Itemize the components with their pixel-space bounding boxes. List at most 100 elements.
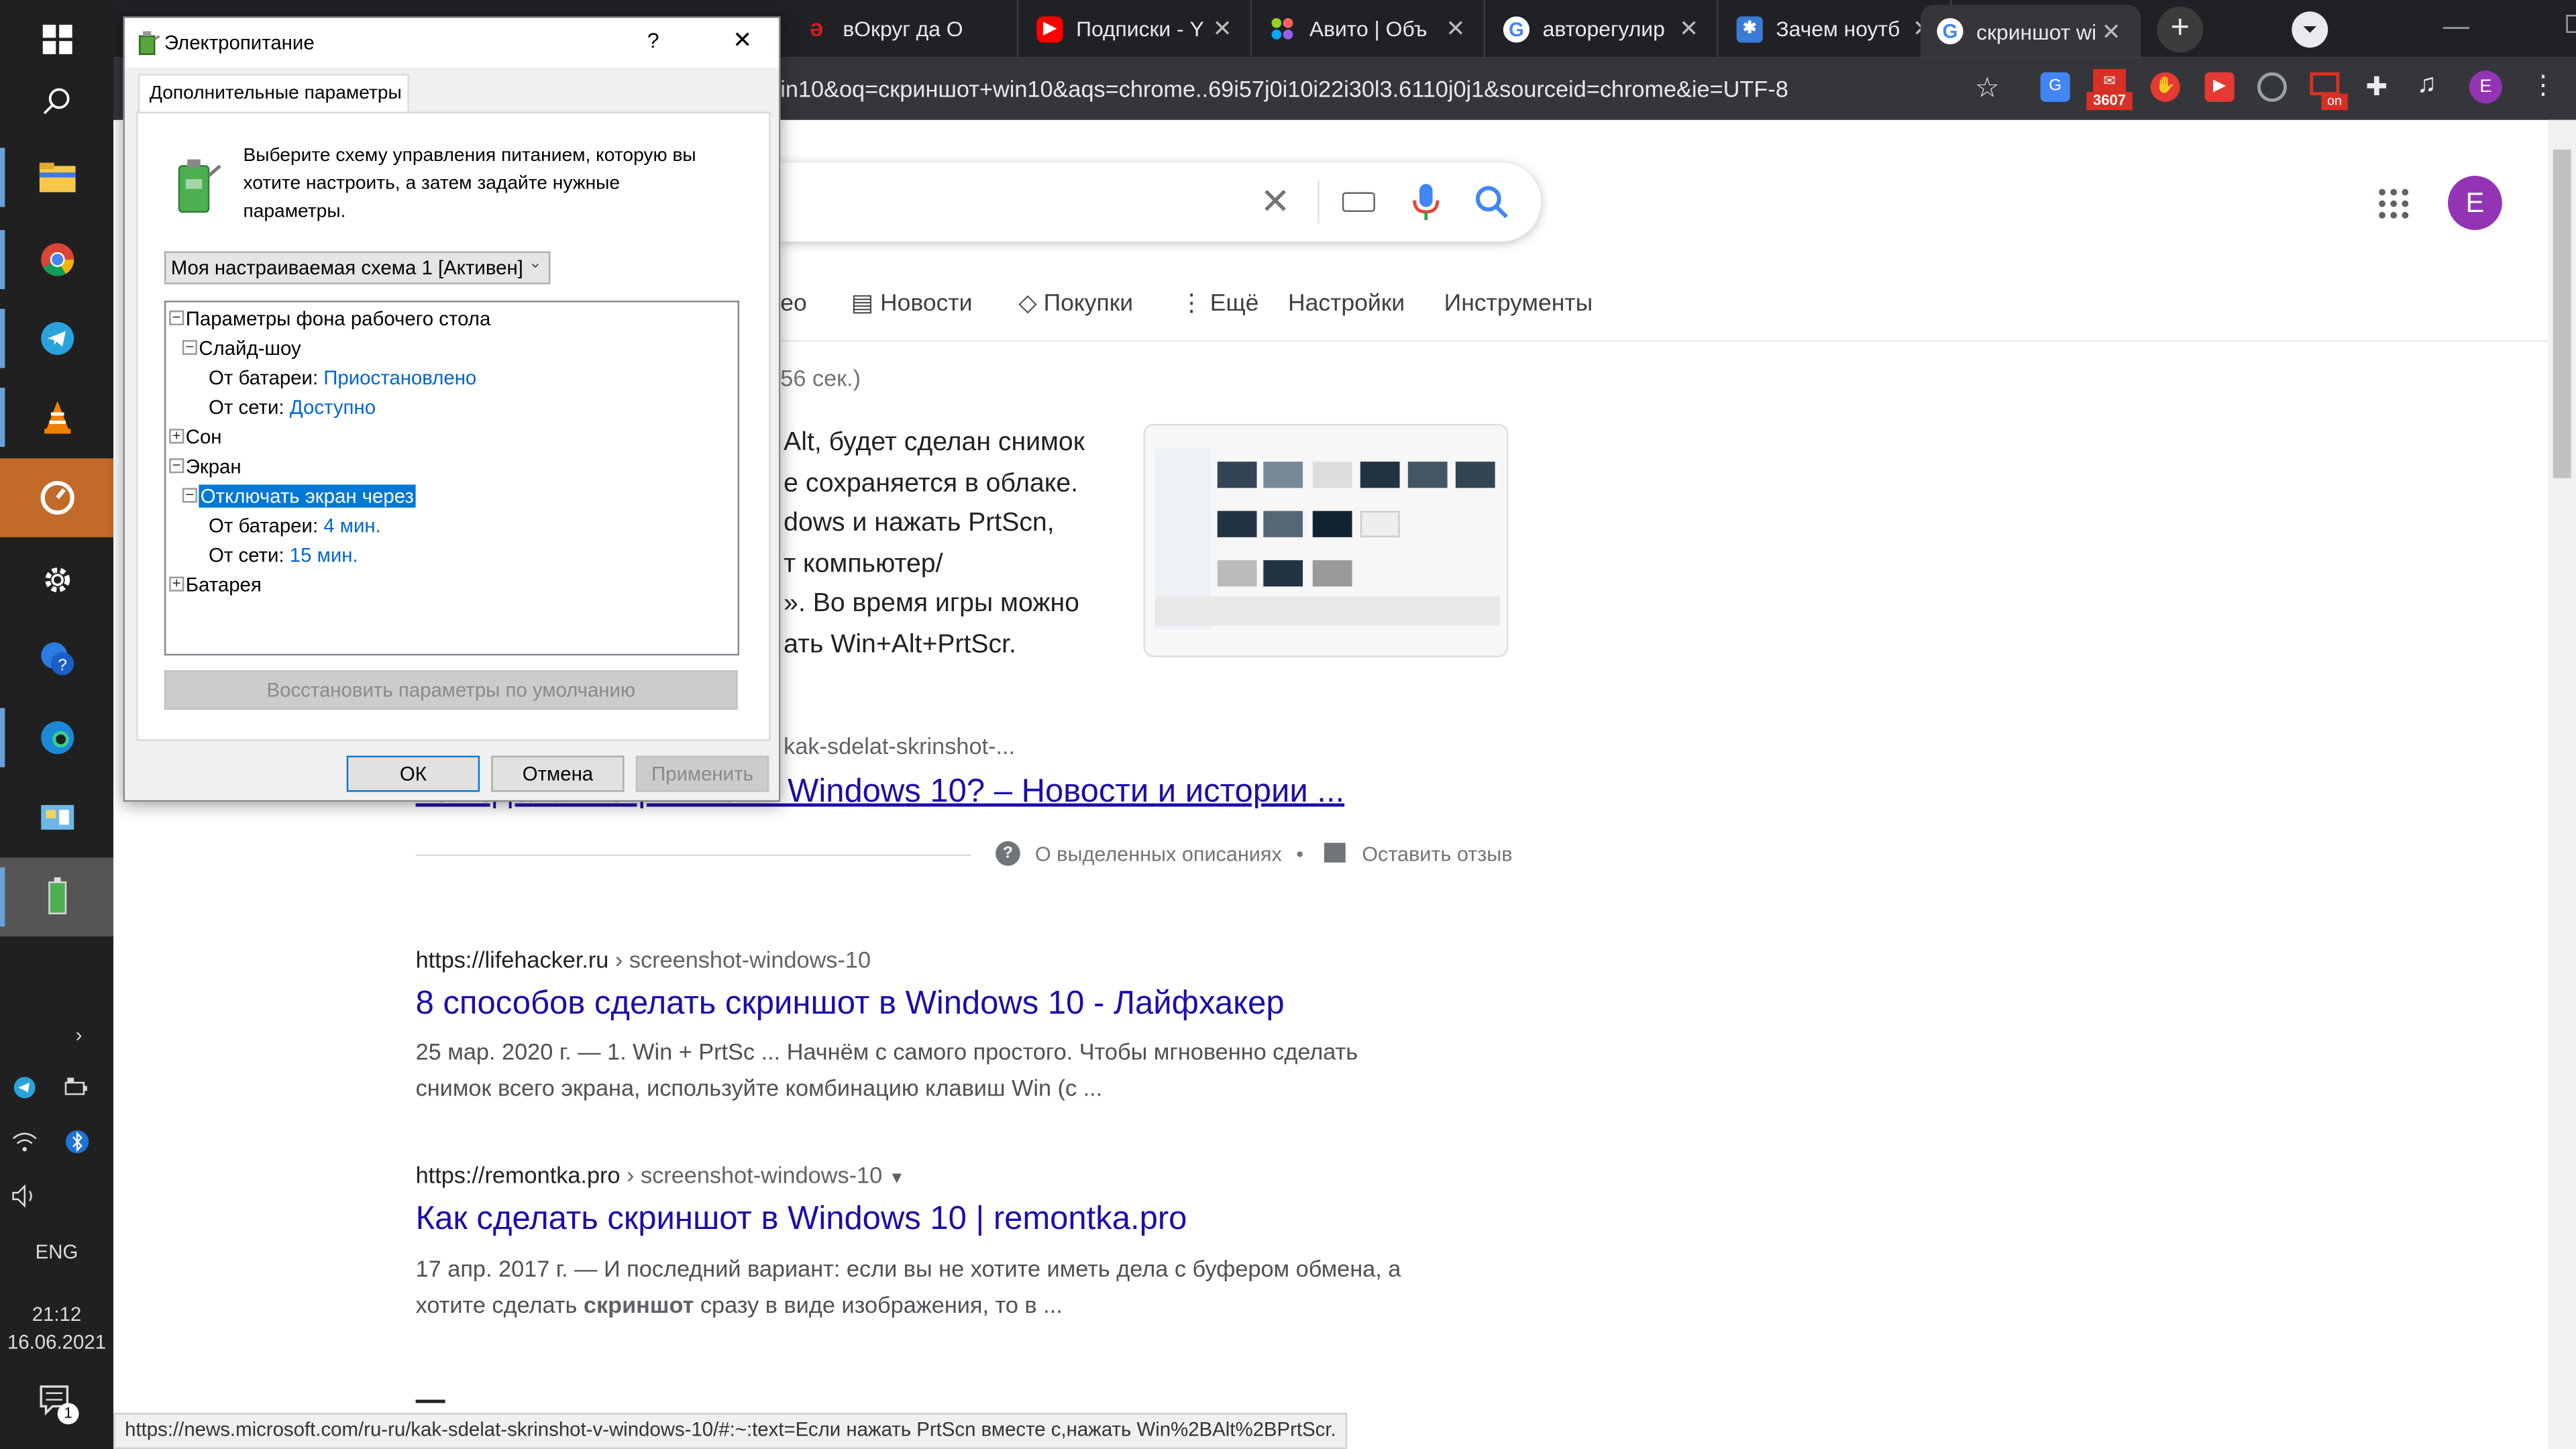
settings-tree[interactable]: − Параметры фона рабочего стола − Слайд-шо… [164,301,740,656]
tab-laptop[interactable]: ✱ Зачем ноутб ✕ [1720,0,1952,58]
action-center-button[interactable]: 1 [33,1377,82,1426]
tree-node-display-ac[interactable]: От сети: 15 мин. [209,541,358,570]
tree-node-desktop-bg[interactable]: − Параметры фона рабочего стола [169,304,490,333]
taskbar-vlc[interactable] [0,378,113,457]
bluetooth-icon[interactable] [62,1127,92,1157]
tree-node-display-battery[interactable]: От батареи: 4 мин. [209,511,381,541]
dialog-titlebar[interactable]: Электропитание ? ✕ [125,17,779,68]
media-control-icon[interactable]: ♫ [2416,70,2436,100]
tree-node-slideshow-ac[interactable]: От сети: Доступно [209,392,376,422]
google-apps-icon[interactable] [2377,187,2410,220]
nav-tab-news[interactable]: ▤ Новости [851,290,973,317]
featured-snippet-thumbnail[interactable] [1143,423,1509,657]
tree-value-link[interactable]: 15 мин. [290,544,358,567]
snippet-line: dows и нажать PrtScn, [784,509,1055,537]
tree-node-slideshow[interactable]: − Слайд-шоу [182,333,301,363]
expand-icon[interactable]: + [169,576,184,592]
collapse-icon[interactable]: − [182,488,197,504]
taskbar-control-panel[interactable] [0,779,113,858]
address-bar[interactable]: in10&oq=скриншот+win10&aqs=chrome..69i57… [780,64,2029,113]
bookmark-star-icon[interactable]: ☆ [1975,72,2000,105]
result-options-chevron-icon[interactable]: ▼ [889,1170,905,1188]
nav-settings[interactable]: Настройки [1288,290,1405,317]
mail-extension-icon[interactable]: ✉ [2093,68,2127,93]
clock-time[interactable]: 21:12 [0,1299,113,1329]
power-scheme-select[interactable]: Моя настраиваемая схема 1 [Активен] ⌄ [164,251,551,284]
search-button[interactable] [0,62,113,142]
search-submit-icon[interactable] [1474,184,1510,228]
result-title[interactable]: 8 способов сделать скриншот в Windows 10… [416,985,1285,1023]
collapse-icon[interactable]: − [169,458,184,474]
clear-search-icon[interactable]: ✕ [1260,180,1290,223]
close-tab-icon[interactable]: ✕ [2096,17,2126,46]
close-tab-icon[interactable]: ✕ [1208,15,1237,43]
new-tab-button[interactable]: + [2157,6,2204,53]
tree-value-link[interactable]: 4 мин. [323,515,381,537]
collapse-icon[interactable]: − [182,340,197,356]
taskbar-power-options[interactable] [0,857,113,936]
feedback-link[interactable]: Оставить отзыв [1362,843,1512,865]
tab-google-autoreg[interactable]: G авторегулир ✕ [1487,0,1719,58]
nav-tab-video[interactable]: ео [780,290,807,317]
restore-defaults-button[interactable]: Восстановить параметры по умолчанию [164,670,738,710]
page-scrollbar[interactable] [2548,119,2576,1449]
collapse-icon[interactable]: − [169,310,184,326]
taskbar-telegram[interactable] [0,299,113,378]
tab-vokrug[interactable]: ǝ вОкруг да О [787,0,1019,58]
language-indicator[interactable]: ENG [0,1236,113,1269]
power-tray-icon[interactable] [62,1073,92,1102]
tab-search-button[interactable] [2292,11,2328,48]
dialog-help-button[interactable]: ? [647,28,659,53]
adblock-extension-icon[interactable]: ✋ [2150,72,2180,102]
tree-value-link[interactable]: Приостановлено [323,366,476,389]
google-account-avatar[interactable]: E [2448,176,2502,230]
dialog-close-button[interactable]: ✕ [733,26,752,54]
tab-youtube[interactable]: ▶ Подписки - Y ✕ [1020,0,1252,58]
close-tab-icon[interactable]: ✕ [1441,15,1470,43]
help-icon[interactable]: ? [996,841,1020,866]
nav-tools[interactable]: Инструменты [1444,290,1593,317]
tree-node-battery[interactable]: + Батарея [169,570,262,600]
scrollbar-thumb[interactable] [2553,149,2571,478]
voice-search-icon[interactable] [1409,182,1442,230]
tree-value-link[interactable]: Доступно [290,396,376,419]
tab-screenshot-search[interactable]: G скриншот wi ✕ [1920,5,2141,58]
nav-tab-more[interactable]: ⋮ Ещё [1179,290,1258,317]
taskbar-settings[interactable] [0,541,113,620]
apply-button[interactable]: Применить [635,755,769,792]
keyboard-icon[interactable] [1342,192,1375,212]
profile-avatar[interactable]: E [2469,70,2502,104]
extensions-puzzle-icon[interactable]: ✚ [2366,70,2388,103]
result-title[interactable]: Как сделать скриншот в Windows 10 | remo… [416,1201,1187,1238]
taskbar-chrome[interactable] [0,220,113,299]
taskbar-get-help[interactable]: ? [0,619,113,698]
taskbar-speedtest[interactable] [0,458,113,537]
tab-avito[interactable]: Авито | Объ ✕ [1254,0,1485,58]
taskbar-edge[interactable] [0,698,113,777]
clock-date[interactable]: 16.06.2021 [0,1328,113,1357]
tree-node-display[interactable]: − Экран [169,451,241,481]
translate-extension-icon[interactable]: G [2040,72,2070,102]
close-tab-icon[interactable]: ✕ [1674,15,1704,43]
about-snippets-link[interactable]: О выделенных описаниях [1035,843,1282,865]
volume-icon[interactable] [10,1181,40,1211]
minimize-button[interactable]: — [2443,13,2469,43]
show-hidden-icons-chevron-icon[interactable]: › [62,1018,95,1051]
screen-extension-icon[interactable] [2310,72,2340,96]
nav-tab-shopping[interactable]: ◇ Покупки [1018,290,1133,317]
wifi-icon[interactable] [10,1127,40,1157]
tree-node-sleep[interactable]: + Сон [169,422,222,451]
cancel-button[interactable]: Отмена [491,755,625,792]
tab-advanced-settings[interactable]: Дополнительные параметры [138,74,409,113]
telegram-tray-icon[interactable] [10,1073,40,1102]
feedback-icon[interactable] [1324,843,1346,863]
tree-node-slideshow-battery[interactable]: От батареи: Приостановлено [209,363,476,392]
video-extension-icon[interactable]: ▶ [2204,72,2235,102]
ok-button[interactable]: ОК [346,755,480,792]
restore-button[interactable] [2566,15,2576,33]
tree-node-turn-off-display[interactable]: − Отключать экран через [182,482,416,511]
chrome-menu-icon[interactable]: ⋮ [2530,69,2556,102]
expand-icon[interactable]: + [169,429,184,445]
taskbar-file-explorer[interactable] [0,138,113,217]
globe-extension-icon[interactable] [2257,72,2288,102]
